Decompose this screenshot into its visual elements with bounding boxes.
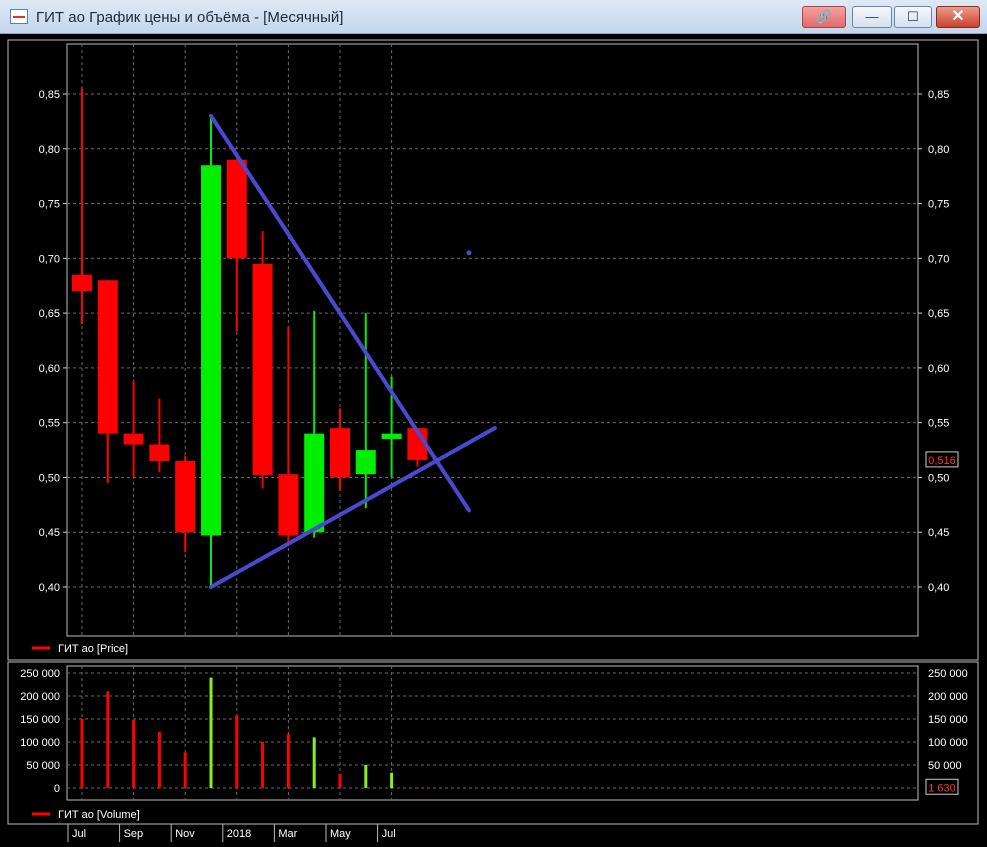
candle-body-down	[123, 433, 144, 445]
price-tick-label-left: 0,60	[39, 363, 60, 375]
candle-body-down	[330, 428, 350, 478]
x-axis-label: Jul	[382, 828, 396, 840]
volume-tick-label-left: 200 000	[20, 691, 60, 703]
candle-body-down	[175, 461, 196, 533]
price-tick-label-left: 0,50	[39, 472, 60, 484]
price-tick-label-right: 0,60	[928, 363, 949, 375]
price-panel	[7, 39, 979, 661]
candle-body-up	[201, 165, 221, 536]
volume-tick-labels: 250 000 250 000 200 000 200 000 150 000 150 0…	[20, 668, 968, 795]
minimize-button[interactable]: —	[852, 6, 892, 28]
window-title: ГИТ ао График цены и объёма - [Месячный]	[36, 9, 344, 26]
candle-body-down	[278, 474, 299, 536]
volume-tick-label-right: 100 000	[928, 737, 968, 749]
price-plot-area	[66, 43, 919, 637]
price-tick-label-right: 0,75	[928, 199, 949, 211]
candle-body-down	[252, 263, 273, 476]
price-tick-label-left: 0,40	[39, 582, 60, 594]
volume-tick-label-left: 50 000	[26, 760, 60, 772]
volume-tick-label-left: 100 000	[20, 737, 60, 749]
x-axis-labels: Jul Sep Nov 2018 Mar May Jul	[67, 824, 396, 842]
candle-body-down	[72, 274, 92, 292]
volume-series	[80, 677, 419, 788]
price-tick-label-right: 0,40	[928, 582, 949, 594]
price-legend-label: ГИТ ао [Price]	[58, 643, 128, 655]
price-tick-label-left: 0,85	[39, 89, 60, 101]
price-tick-label-left: 0,45	[39, 527, 60, 539]
price-tick-label-right: 0,55	[928, 418, 949, 430]
price-tick-label-left: 0,80	[39, 144, 60, 156]
volume-grid	[67, 666, 918, 800]
volume-tick-label-right: 50 000	[928, 760, 962, 772]
volume-plot-area	[66, 665, 919, 801]
x-axis-label: Sep	[124, 828, 144, 840]
volume-last-value: 1 630	[928, 782, 956, 794]
price-tick-label-right: 0,50	[928, 472, 949, 484]
candle-body-up	[381, 433, 402, 440]
volume-tick-label-left: 150 000	[20, 714, 60, 726]
x-axis-label: 2018	[227, 828, 251, 840]
candle-body-up	[304, 433, 325, 533]
volume-tick-label-right: 150 000	[928, 714, 968, 726]
candle-body-down	[97, 280, 118, 434]
link-button[interactable]: 🔗	[802, 6, 846, 28]
x-axis-label: Jul	[72, 828, 86, 840]
chart-app-icon	[10, 9, 28, 24]
volume-tick-label-right: 250 000	[928, 668, 968, 680]
x-axis-label: Mar	[278, 828, 297, 840]
price-tick-label-left: 0,65	[39, 308, 60, 320]
x-axis-label: Nov	[175, 828, 195, 840]
candle-body-down	[149, 444, 170, 462]
candle-body-down	[226, 159, 247, 259]
price-tick-label-right: 0,80	[928, 144, 949, 156]
price-tick-label-right: 0,70	[928, 253, 949, 265]
price-tick-label-right: 0,85	[928, 89, 949, 101]
trendline-anchor-dot	[466, 250, 472, 256]
price-tick-label-left: 0,70	[39, 253, 60, 265]
volume-tick-label-right: 200 000	[928, 691, 968, 703]
price-grid	[63, 44, 922, 636]
close-button[interactable]: ✕	[936, 6, 980, 28]
candlestick-series	[72, 88, 428, 587]
title-bar: ГИТ ао График цены и объёма - [Месячный]…	[0, 0, 987, 34]
volume-tick-label-left: 250 000	[20, 668, 60, 680]
price-tick-label-left: 0,55	[39, 418, 60, 430]
maximize-button[interactable]: ☐	[894, 6, 932, 28]
chart-frame: 0,85 0,85 0,80 0,80 0,75 0,75 0,70 0,70 0,65 0,65…	[0, 34, 987, 842]
x-axis-label: May	[330, 828, 351, 840]
price-tick-label-right: 0,45	[928, 527, 949, 539]
price-tick-label-left: 0,75	[39, 199, 60, 211]
chart-canvas: 0,85 0,85 0,80 0,80 0,75 0,75 0,70 0,70 0,65 0,65…	[7, 39, 979, 842]
volume-tick-label-left: 0	[54, 783, 60, 795]
price-tick-label-right: 0,65	[928, 308, 949, 320]
candle-body-up	[355, 450, 376, 475]
price-last-value: 0,516	[928, 455, 956, 467]
volume-legend-label: ГИТ ао [Volume]	[58, 809, 140, 821]
